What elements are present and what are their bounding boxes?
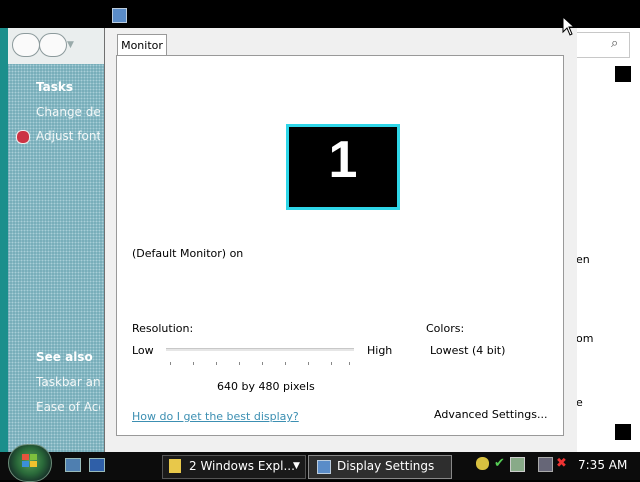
search-icon[interactable]: ⌕ (611, 36, 618, 51)
see-also-link-taskbar[interactable]: Taskbar and Start Menu (36, 375, 100, 389)
slider-tick (308, 362, 309, 365)
tasks-heading: Tasks (36, 80, 74, 94)
task-link-change-desktop[interactable]: Change desktop background (36, 105, 100, 119)
monitor-number: 1 (328, 131, 358, 189)
slider-tick (216, 362, 217, 365)
chevron-down-icon: ▼ (293, 461, 300, 471)
tab-monitor[interactable]: Monitor (117, 34, 167, 57)
show-desktop-icon[interactable] (65, 458, 81, 472)
text-fragment: en (576, 253, 590, 266)
dialog-title-bar[interactable] (104, 0, 576, 28)
text-fragment: e (576, 396, 583, 409)
volume-muted-icon[interactable]: ✖ (556, 457, 569, 470)
back-button[interactable] (12, 33, 40, 57)
taskbar-item-label: Display Settings (337, 459, 435, 473)
folder-icon (169, 459, 181, 473)
recent-pages-chevron-icon[interactable]: ▼ (67, 40, 74, 50)
monitor-tab-panel (116, 55, 564, 436)
display-settings-icon (317, 460, 331, 474)
resolution-value: 640 by 480 pixels (217, 380, 315, 393)
slider-tick (193, 362, 194, 365)
windows-logo-icon (19, 451, 41, 471)
font-size-icon (16, 130, 30, 144)
slider-tick (349, 362, 350, 365)
scrollbar[interactable] (612, 64, 632, 442)
network-icon[interactable] (538, 457, 553, 472)
see-also-link-ease-of-access[interactable]: Ease of Access (36, 400, 100, 414)
slider-tick (285, 362, 286, 365)
slider-tick (331, 362, 332, 365)
monitor-name: (Default Monitor) on (132, 247, 244, 260)
resolution-slider[interactable] (166, 348, 354, 351)
search-box[interactable] (576, 32, 630, 58)
task-link-adjust-font[interactable]: Adjust font size (DPI) (36, 129, 100, 143)
mouse-cursor-icon (562, 16, 576, 36)
taskbar-item-windows-explorer[interactable]: 2 Windows Expl... ▼ (162, 455, 306, 479)
display-settings-icon (112, 8, 127, 23)
slider-high-label: High (367, 344, 393, 357)
colors-select[interactable]: Lowest (4 bit) (430, 344, 505, 357)
see-also-heading: See also (36, 350, 93, 364)
taskbar-item-label: 2 Windows Expl... (189, 459, 295, 473)
help-link[interactable]: How do I get the best display? (132, 410, 299, 423)
advanced-settings-button[interactable]: Advanced Settings... (434, 408, 547, 421)
slider-tick (262, 362, 263, 365)
window-frame-left (0, 28, 8, 452)
task-pane (8, 64, 104, 452)
slider-tick (170, 362, 171, 365)
security-shield-icon[interactable] (476, 457, 489, 470)
colors-label: Colors: (426, 322, 465, 335)
scroll-up-button[interactable] (615, 66, 631, 82)
slider-low-label: Low (132, 344, 154, 357)
switch-windows-icon[interactable] (89, 458, 105, 472)
resolution-label: Resolution: (132, 322, 194, 335)
checkmark-icon[interactable]: ✔ (494, 457, 507, 470)
taskbar-item-display-settings[interactable]: Display Settings (308, 455, 452, 479)
scroll-down-button[interactable] (615, 424, 631, 440)
slider-tick (239, 362, 240, 365)
forward-button[interactable] (39, 33, 67, 57)
clock[interactable]: 7:35 AM (578, 458, 627, 472)
tray-app-icon[interactable] (510, 457, 525, 472)
text-fragment: om (576, 332, 594, 345)
